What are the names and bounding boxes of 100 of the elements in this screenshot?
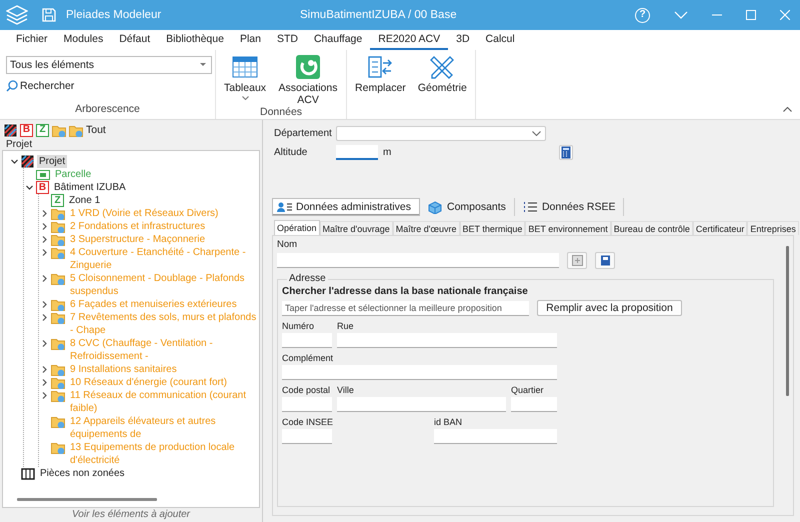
- menu-tab[interactable]: 3D: [448, 31, 478, 50]
- people-list-icon: [277, 200, 292, 214]
- form-tab[interactable]: Maître d'œuvre: [392, 221, 460, 235]
- folder-icon: [51, 376, 65, 389]
- text-field[interactable]: [282, 397, 332, 412]
- project-icon: [4, 124, 17, 136]
- field-label: Altitude: [274, 147, 308, 158]
- zone-icon: Z: [51, 194, 64, 207]
- maximize-icon[interactable]: [746, 10, 756, 20]
- menu-tab[interactable]: Fichier: [8, 31, 56, 50]
- icon-button[interactable]: [567, 252, 587, 269]
- list-icon: [522, 200, 538, 214]
- folder-icon: [51, 220, 65, 233]
- minimize-icon[interactable]: [712, 14, 722, 16]
- folder-icon: [69, 124, 83, 136]
- caret-icon: [532, 131, 541, 136]
- field-label: Ville: [337, 384, 354, 397]
- filter-dropdown[interactable]: Tous les éléments: [6, 56, 212, 74]
- search-link[interactable]: Rechercher: [6, 80, 74, 92]
- ribbon-button[interactable]: Associations ACV: [276, 52, 340, 106]
- name-field[interactable]: [277, 253, 559, 268]
- form-tab[interactable]: BET environnement: [525, 221, 611, 235]
- text-field[interactable]: [337, 397, 506, 412]
- menu-tab[interactable]: Bibliothèque: [158, 31, 232, 50]
- app-title: Pleiades Modeleur: [66, 9, 162, 21]
- folder-icon: [52, 124, 66, 136]
- close-icon[interactable]: [780, 10, 790, 20]
- project-icon: [21, 155, 34, 168]
- table-icon: [232, 54, 258, 80]
- save-icon[interactable]: [42, 8, 56, 22]
- field-label: Complément: [282, 352, 334, 365]
- form-tab[interactable]: Bureau de contrôle: [610, 221, 693, 235]
- menu-tab[interactable]: Modules: [56, 31, 112, 50]
- altitude-field[interactable]: [336, 145, 378, 160]
- tree-item[interactable]: Bâtiment IZUBA: [52, 181, 128, 194]
- calculator-button[interactable]: [559, 145, 574, 160]
- text-field[interactable]: [282, 365, 557, 380]
- menu-tab[interactable]: Chauffage: [306, 31, 370, 50]
- chevron-down-icon[interactable]: [674, 11, 688, 19]
- layers-icon: [6, 4, 28, 26]
- field-label: Quartier: [511, 384, 544, 397]
- folder-icon: [51, 415, 65, 428]
- menu-tab[interactable]: Calcul: [478, 31, 523, 50]
- field-label: Code postal: [282, 384, 330, 397]
- parcel-icon: [36, 168, 50, 181]
- folder-icon: [51, 246, 65, 259]
- text-field[interactable]: [282, 333, 332, 348]
- fill-button[interactable]: Remplir avec la proposition: [537, 300, 682, 316]
- search-icon: [6, 80, 18, 92]
- folder-icon: [51, 337, 65, 350]
- text-field[interactable]: [282, 429, 332, 444]
- form-tab[interactable]: Opération: [274, 220, 320, 235]
- menu-tab[interactable]: Défaut: [111, 31, 158, 50]
- form-tab[interactable]: Maître d'ouvrage: [320, 221, 393, 235]
- scrollbar[interactable]: [17, 498, 157, 501]
- text-field[interactable]: [434, 429, 557, 444]
- section-heading: Chercher l'adresse dans la base nationale française: [282, 285, 529, 298]
- document-icon: [600, 255, 610, 266]
- menu-tab[interactable]: STD: [268, 31, 306, 50]
- caret-icon: [200, 63, 206, 67]
- section-tab[interactable]: Données administratives: [272, 198, 420, 216]
- folder-icon: [51, 363, 65, 376]
- menu-tab[interactable]: Plan: [232, 31, 269, 50]
- toolbar-button[interactable]: [4, 124, 17, 136]
- group-label: Données: [259, 106, 304, 119]
- field-label: id BAN: [434, 416, 462, 429]
- field-label: Numéro: [282, 320, 314, 333]
- folder-icon: [51, 441, 65, 454]
- icon-button[interactable]: [595, 252, 615, 269]
- folder-icon: [51, 311, 65, 324]
- rooms-icon: [21, 467, 35, 480]
- ribbon-button[interactable]: Remplacer: [353, 52, 408, 94]
- text-field[interactable]: [337, 333, 557, 348]
- text-field[interactable]: [511, 397, 557, 412]
- tree-item[interactable]: Zone 1: [67, 194, 102, 207]
- folder-icon: [51, 272, 65, 285]
- unit-label: m: [383, 147, 392, 158]
- cube-icon: [428, 200, 443, 214]
- form-tab[interactable]: Entreprises: [747, 221, 799, 235]
- list-arrows-icon: [367, 54, 394, 80]
- address-search-field[interactable]: Taper l'adresse et sélectionner la meilleure proposition: [282, 300, 529, 316]
- tree-item[interactable]: Projet: [37, 155, 68, 168]
- field-label: Nom: [277, 239, 298, 252]
- toolbar-button[interactable]: Tout: [69, 124, 106, 136]
- folder-icon: [51, 389, 65, 402]
- section-tab[interactable]: Données RSEE: [518, 198, 624, 216]
- calculator-icon: [561, 146, 572, 159]
- hint-text: Voir les éléments à ajouter: [70, 508, 192, 522]
- collapse-icon[interactable]: [783, 107, 792, 112]
- folder-icon: [51, 233, 65, 246]
- form-tab[interactable]: BET thermique: [460, 221, 526, 235]
- building-icon: B: [36, 181, 49, 194]
- building-button[interactable]: B: [20, 124, 33, 136]
- ribbon-button[interactable]: Géométrie: [416, 52, 469, 94]
- ribbon-button[interactable]: Tableaux: [222, 52, 268, 100]
- form-tab[interactable]: Certificateur: [692, 221, 748, 235]
- tree-item[interactable]: Pièces non zonées: [38, 467, 127, 480]
- scrollbar[interactable]: [786, 246, 789, 396]
- field-label: Rue: [337, 320, 354, 333]
- section-tab[interactable]: Composants: [424, 198, 515, 216]
